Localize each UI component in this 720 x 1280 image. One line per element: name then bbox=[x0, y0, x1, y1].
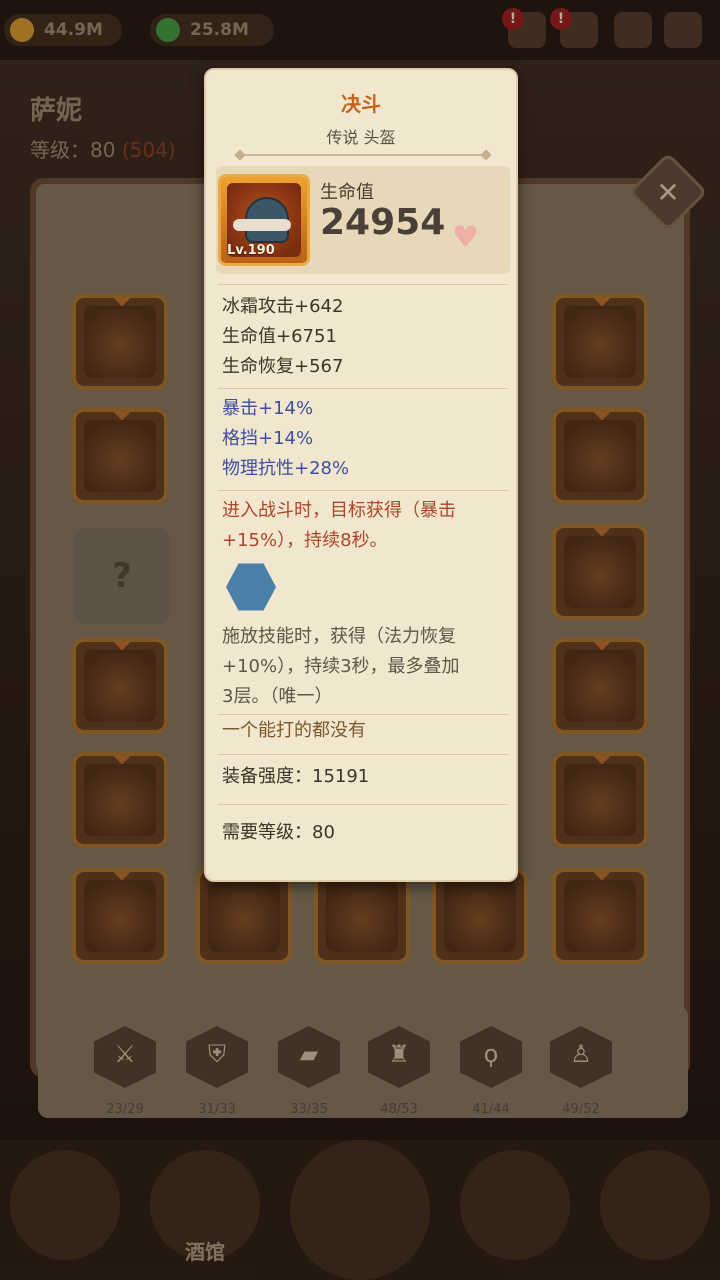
inventory-slot[interactable] bbox=[196, 868, 292, 964]
leaf-gem-icon bbox=[156, 18, 180, 42]
tab-count: 48/53 bbox=[380, 1102, 418, 1117]
tab-count: 23/29 bbox=[106, 1102, 144, 1117]
inventory-slot[interactable] bbox=[72, 752, 168, 848]
effect-text: 3层。（唯一） bbox=[222, 686, 333, 707]
required-level: 需要等级：80 bbox=[222, 822, 335, 843]
effect-text: 施放技能时，获得（法力恢复 bbox=[222, 626, 456, 647]
base-stat: 生命值+6751 bbox=[222, 326, 337, 347]
tab-count: 41/44 bbox=[472, 1102, 510, 1117]
effect-text: +15%），持续8秒。 bbox=[222, 530, 388, 551]
inventory-slot[interactable] bbox=[552, 294, 648, 390]
tab-count: 49/52 bbox=[562, 1102, 600, 1117]
question-icon: ? bbox=[112, 556, 132, 596]
tavern-label: 酒馆 bbox=[185, 1240, 225, 1264]
inventory-slot[interactable] bbox=[552, 752, 648, 848]
flavor-text: 一个能打的都没有 bbox=[222, 720, 366, 741]
bonus-stat: 暴击+14% bbox=[222, 398, 314, 419]
item-name: 决斗 bbox=[341, 92, 381, 116]
nav-battle-button[interactable] bbox=[290, 1140, 430, 1280]
close-icon: ✕ bbox=[656, 175, 680, 209]
tab-weapon[interactable]: ⚔ 23/29 bbox=[94, 1026, 156, 1117]
inventory-slot[interactable] bbox=[552, 524, 648, 620]
tab-count: 31/33 bbox=[198, 1102, 236, 1117]
inventory-slot[interactable] bbox=[72, 868, 168, 964]
tab-helmet[interactable]: ♜ 48/53 bbox=[368, 1026, 430, 1117]
nav-chest-button[interactable] bbox=[460, 1150, 570, 1260]
tab-shield[interactable]: ⛨ 31/33 bbox=[186, 1026, 248, 1117]
gear-score: 装备强度：15191 bbox=[222, 766, 370, 787]
inventory-slot[interactable] bbox=[552, 868, 648, 964]
empty-slot[interactable]: ? bbox=[74, 528, 170, 624]
gear-icon[interactable] bbox=[664, 12, 702, 48]
divider bbox=[218, 714, 508, 715]
empty-socket-icon bbox=[226, 563, 276, 611]
main-stat-label: 生命值 bbox=[320, 182, 374, 203]
effect-text: 进入战斗时，目标获得（暴击 bbox=[222, 500, 456, 521]
necklace-icon: ϙ bbox=[483, 1040, 499, 1068]
sword-icon: ⚔ bbox=[114, 1040, 136, 1068]
gem-counter[interactable]: 25.8M bbox=[150, 14, 274, 46]
inventory-slot[interactable] bbox=[72, 408, 168, 504]
tab-book[interactable]: ▰ 33/35 bbox=[278, 1026, 340, 1117]
divider bbox=[240, 154, 486, 156]
alert-badge: ! bbox=[502, 8, 524, 30]
divider bbox=[218, 754, 508, 755]
book-icon: ▰ bbox=[299, 1040, 319, 1068]
nav-shop-button[interactable] bbox=[600, 1150, 710, 1260]
inventory-slot[interactable] bbox=[552, 408, 648, 504]
hero-level-extra: (504) bbox=[121, 138, 176, 162]
hearts-icon: ♥ bbox=[452, 220, 479, 255]
inventory-slot[interactable] bbox=[552, 638, 648, 734]
helmet-icon: ♜ bbox=[388, 1040, 410, 1068]
fur-band-icon bbox=[233, 219, 291, 231]
armor-icon: ♙ bbox=[570, 1040, 592, 1068]
divider bbox=[218, 804, 508, 805]
divider bbox=[218, 388, 508, 389]
bonus-stat: 格挡+14% bbox=[222, 428, 314, 449]
top-bar: 44.9M 25.8M ! ! bbox=[0, 0, 720, 60]
inventory-slot[interactable] bbox=[314, 868, 410, 964]
item-level: Lv.190 bbox=[227, 243, 275, 258]
alert-badge: ! bbox=[550, 8, 572, 30]
bonus-stat: 物理抗性+28% bbox=[222, 458, 350, 479]
item-icon-frame: Lv.190 bbox=[218, 174, 310, 266]
nav-home-button[interactable] bbox=[10, 1150, 120, 1260]
base-stat: 冰霜攻击+642 bbox=[222, 296, 344, 317]
gold-amount: 44.9M bbox=[44, 20, 103, 40]
mail-icon[interactable] bbox=[614, 12, 652, 48]
inventory-slot[interactable] bbox=[432, 868, 528, 964]
item-tooltip: 决斗 传说 头盔 Lv.190 生命值 24954 ♥ 冰霜攻击+642 生命值… bbox=[204, 68, 518, 882]
divider bbox=[218, 490, 508, 491]
main-stat-value: 24954 bbox=[320, 202, 446, 243]
inventory-slot[interactable] bbox=[72, 638, 168, 734]
effect-text: +10%），持续3秒，最多叠加 bbox=[222, 656, 460, 677]
shield-icon: ⛨ bbox=[208, 1040, 226, 1068]
tab-necklace[interactable]: ϙ 41/44 bbox=[460, 1026, 522, 1117]
gold-coin-icon bbox=[10, 18, 34, 42]
hero-name: 萨妮 bbox=[30, 96, 83, 126]
gold-counter[interactable]: 44.9M bbox=[4, 14, 122, 46]
tab-armor[interactable]: ♙ 49/52 bbox=[550, 1026, 612, 1117]
gem-amount: 25.8M bbox=[190, 20, 249, 40]
tab-count: 33/35 bbox=[290, 1102, 328, 1117]
hero-level: 等级：80 (504) bbox=[30, 134, 176, 163]
item-rarity-type: 传说 头盔 bbox=[326, 128, 396, 147]
base-stat: 生命恢复+567 bbox=[222, 356, 344, 377]
divider bbox=[218, 284, 508, 285]
inventory-slot[interactable] bbox=[72, 294, 168, 390]
hero-level-label: 等级：80 bbox=[30, 138, 116, 162]
